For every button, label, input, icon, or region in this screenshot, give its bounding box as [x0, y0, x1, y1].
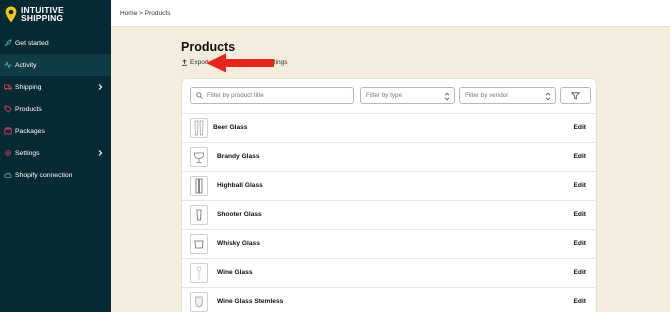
- breadcrumb-current: Products: [144, 10, 171, 17]
- wine-glass-icon: [196, 266, 202, 280]
- beer-glass-icon: [194, 120, 204, 136]
- brand-name: INTUITIVE SHIPPING: [21, 5, 64, 23]
- edit-link[interactable]: Edit: [574, 298, 586, 305]
- shooter-glass-icon: [196, 209, 202, 221]
- chevron-right-icon: [98, 150, 103, 156]
- edit-link[interactable]: Edit: [574, 124, 586, 131]
- breadcrumb: Home > Products: [120, 10, 170, 17]
- brand-line-2: SHIPPING: [21, 13, 64, 23]
- sidebar-item-products[interactable]: Products: [0, 98, 111, 120]
- edit-link[interactable]: Edit: [574, 269, 586, 276]
- sidebar-item-label: Shipping: [15, 83, 42, 91]
- sidebar-item-label: Shopify connection: [15, 171, 73, 179]
- product-name: Highball Glass: [217, 182, 263, 189]
- cloud-icon: [4, 171, 12, 179]
- sidebar-item-label: Products: [15, 105, 42, 113]
- sidebar-item-get-started[interactable]: Get started: [0, 32, 111, 54]
- upload-icon: [182, 59, 187, 66]
- whisky-glass-icon: [194, 240, 204, 249]
- chevron-right-icon: [98, 84, 103, 90]
- search-placeholder: Filter by product title: [207, 92, 264, 99]
- breadcrumb-home[interactable]: Home: [120, 10, 137, 17]
- edit-link[interactable]: Edit: [574, 211, 586, 218]
- product-name: Shooter Glass: [217, 211, 262, 218]
- product-thumbnail: [190, 205, 208, 225]
- brand-logo[interactable]: INTUITIVE SHIPPING: [0, 0, 111, 28]
- product-thumbnail: [190, 176, 208, 196]
- products-card: Filter by product title Filter by type F…: [181, 78, 597, 312]
- top-bar: Home > Products: [111, 0, 670, 27]
- brandy-glass-icon: [194, 152, 204, 163]
- edit-link[interactable]: Edit: [574, 182, 586, 189]
- product-thumbnail: [190, 292, 208, 312]
- filter-button[interactable]: [560, 87, 591, 104]
- product-thumbnail: [190, 234, 208, 254]
- red-arrow-annotation: [206, 53, 274, 73]
- gear-icon: [4, 149, 12, 157]
- sidebar-item-label: Get started: [15, 39, 49, 47]
- filter-icon: [571, 91, 580, 100]
- type-filter-select[interactable]: Filter by type: [360, 87, 455, 104]
- product-name: Beer Glass: [213, 124, 248, 131]
- breadcrumb-separator: >: [139, 10, 143, 17]
- sidebar-item-packages[interactable]: Packages: [0, 120, 111, 142]
- table-row[interactable]: Wine Glass Edit: [182, 258, 596, 287]
- product-thumbnail: [190, 118, 208, 138]
- product-name: Wine Glass: [217, 269, 253, 276]
- edit-link[interactable]: Edit: [574, 153, 586, 160]
- search-icon: [196, 92, 203, 99]
- activity-icon: [4, 61, 12, 69]
- sidebar-item-shopify-connection[interactable]: Shopify connection: [0, 164, 111, 186]
- sidebar-item-settings[interactable]: Settings: [0, 142, 111, 164]
- sidebar-item-shipping[interactable]: Shipping: [0, 76, 111, 98]
- table-row[interactable]: Shooter Glass Edit: [182, 200, 596, 229]
- product-thumbnail: [190, 147, 208, 167]
- search-input[interactable]: Filter by product title: [190, 87, 354, 104]
- stemless-wine-glass-icon: [195, 296, 203, 308]
- table-row[interactable]: Highball Glass Edit: [182, 171, 596, 200]
- table-row[interactable]: Beer Glass Edit: [182, 113, 596, 142]
- truck-icon: [4, 83, 12, 91]
- product-name: Brandy Glass: [217, 153, 260, 160]
- vendor-filter-placeholder: Filter by vendor: [465, 92, 509, 99]
- product-name: Whisky Glass: [217, 240, 260, 247]
- table-row[interactable]: Wine Glass Stemless Edit: [182, 287, 596, 312]
- product-name: Wine Glass Stemless: [217, 298, 284, 305]
- select-caret-icon: [545, 92, 551, 101]
- highball-glass-icon: [195, 178, 203, 194]
- product-list: Beer Glass Edit Brandy Glass Edit Highba…: [182, 113, 596, 312]
- tag-icon: [4, 105, 12, 113]
- location-pin-icon: [5, 6, 17, 23]
- package-icon: [4, 127, 12, 135]
- vendor-filter-select[interactable]: Filter by vendor: [459, 87, 556, 104]
- sidebar-item-label: Settings: [15, 149, 40, 157]
- table-row[interactable]: Brandy Glass Edit: [182, 142, 596, 171]
- edit-link[interactable]: Edit: [574, 240, 586, 247]
- type-filter-placeholder: Filter by type: [366, 92, 403, 99]
- sidebar-item-activity[interactable]: Activity: [0, 54, 111, 76]
- sidebar: INTUITIVE SHIPPING Get started Activity …: [0, 0, 111, 312]
- filter-bar: Filter by product title Filter by type F…: [190, 87, 591, 104]
- product-thumbnail: [190, 263, 208, 283]
- rocket-icon: [4, 39, 12, 47]
- select-caret-icon: [444, 92, 450, 101]
- sidebar-item-label: Packages: [15, 127, 45, 135]
- sidebar-item-label: Activity: [15, 61, 37, 69]
- table-row[interactable]: Whisky Glass Edit: [182, 229, 596, 258]
